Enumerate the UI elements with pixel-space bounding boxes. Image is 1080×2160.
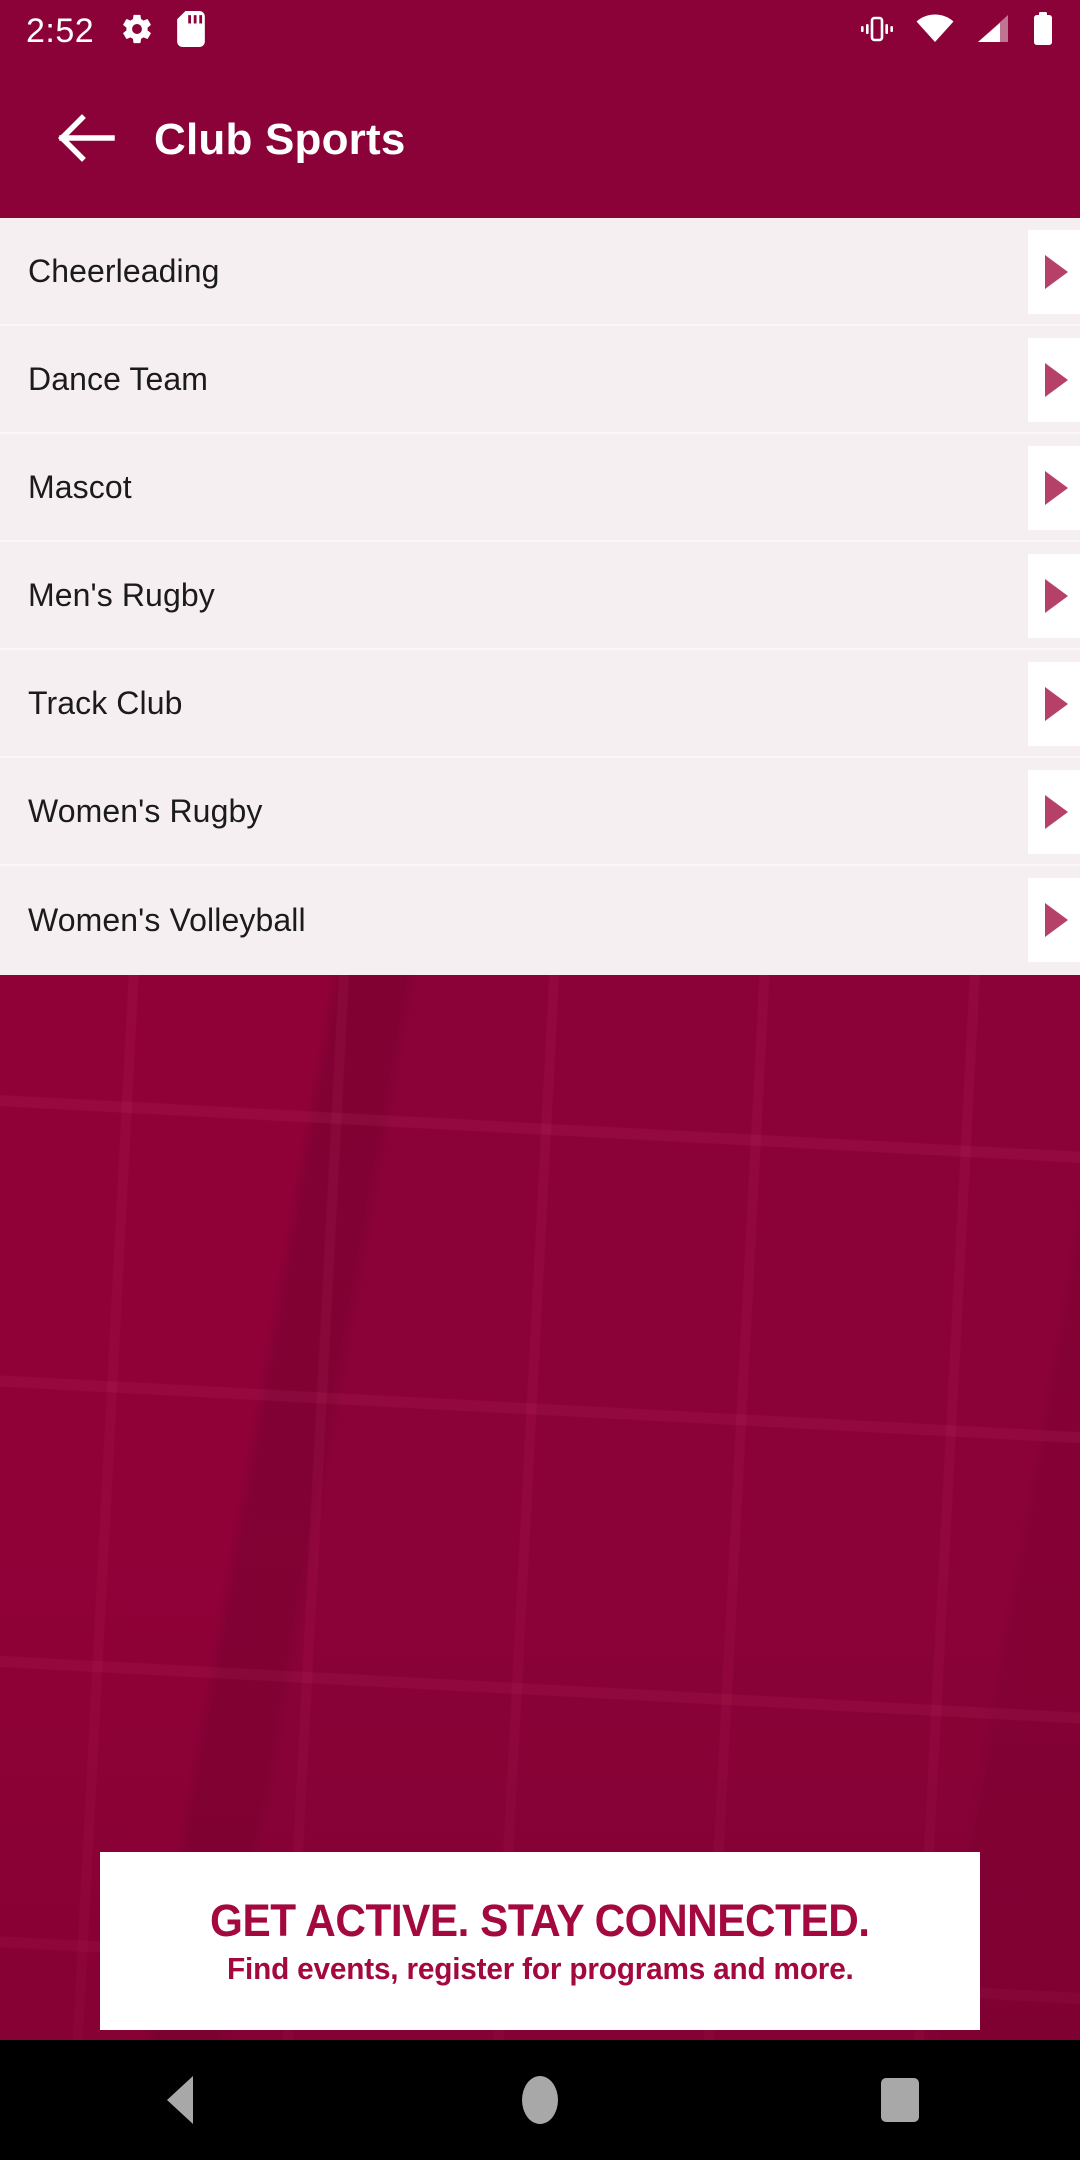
list-item[interactable]: Cheerleading <box>0 218 1080 326</box>
list-item[interactable]: Dance Team <box>0 326 1080 434</box>
list-item-chevron-button[interactable] <box>1028 770 1080 854</box>
vibrate-icon <box>860 14 894 49</box>
nav-home-button[interactable] <box>470 2040 610 2160</box>
club-sports-list: Cheerleading Dance Team Mascot Men's Rug… <box>0 218 1080 975</box>
triangle-right-icon <box>1044 687 1068 721</box>
list-item-chevron-button[interactable] <box>1028 878 1080 962</box>
list-item-chevron-button[interactable] <box>1028 662 1080 746</box>
triangle-right-icon <box>1044 795 1068 829</box>
home-circle-icon <box>522 2076 558 2124</box>
settings-gear-icon <box>120 12 154 51</box>
back-triangle-icon <box>167 2076 193 2124</box>
cellular-signal-icon <box>976 14 1010 49</box>
wifi-icon <box>916 14 954 49</box>
triangle-right-icon <box>1044 471 1068 505</box>
triangle-right-icon <box>1044 579 1068 613</box>
list-item[interactable]: Women's Rugby <box>0 758 1080 866</box>
list-item-label: Cheerleading <box>28 252 220 289</box>
list-item-label: Dance Team <box>28 360 209 397</box>
promo-subline: Find events, register for programs and m… <box>226 1951 854 1986</box>
android-nav-bar <box>0 2040 1080 2160</box>
triangle-right-icon <box>1044 903 1068 937</box>
list-item[interactable]: Mascot <box>0 434 1080 542</box>
page-title: Club Sports <box>154 115 406 164</box>
recents-square-icon <box>881 2078 919 2122</box>
battery-icon <box>1032 11 1054 51</box>
list-item-label: Women's Volleyball <box>28 901 306 938</box>
list-item-label: Track Club <box>28 684 183 721</box>
status-left-icon-group <box>120 10 206 52</box>
status-bar: 2:52 <box>0 0 1080 62</box>
list-item-label: Men's Rugby <box>28 576 215 613</box>
promo-banner[interactable]: GET ACTIVE. STAY CONNECTED. Find events,… <box>100 1852 980 2030</box>
nav-recents-button[interactable] <box>830 2040 970 2160</box>
sd-card-icon <box>176 10 206 52</box>
phone-screen: 2:52 Club Sports Cheerleading Dance Team… <box>0 0 1080 2160</box>
list-item-chevron-button[interactable] <box>1028 338 1080 422</box>
status-clock: 2:52 <box>26 12 95 50</box>
list-item-chevron-button[interactable] <box>1028 554 1080 638</box>
status-right-icon-group <box>860 11 1054 51</box>
back-button[interactable] <box>30 84 142 196</box>
list-item[interactable]: Women's Volleyball <box>0 866 1080 974</box>
list-item-chevron-button[interactable] <box>1028 230 1080 314</box>
list-item[interactable]: Track Club <box>0 650 1080 758</box>
list-item-label: Mascot <box>28 468 132 505</box>
arrow-left-icon <box>54 110 118 171</box>
promo-headline: GET ACTIVE. STAY CONNECTED. <box>210 1895 870 1946</box>
list-item-chevron-button[interactable] <box>1028 446 1080 530</box>
nav-back-button[interactable] <box>110 2040 250 2160</box>
list-item[interactable]: Men's Rugby <box>0 542 1080 650</box>
triangle-right-icon <box>1044 255 1068 289</box>
list-item-label: Women's Rugby <box>28 792 263 829</box>
triangle-right-icon <box>1044 363 1068 397</box>
app-bar: Club Sports <box>0 62 1080 218</box>
